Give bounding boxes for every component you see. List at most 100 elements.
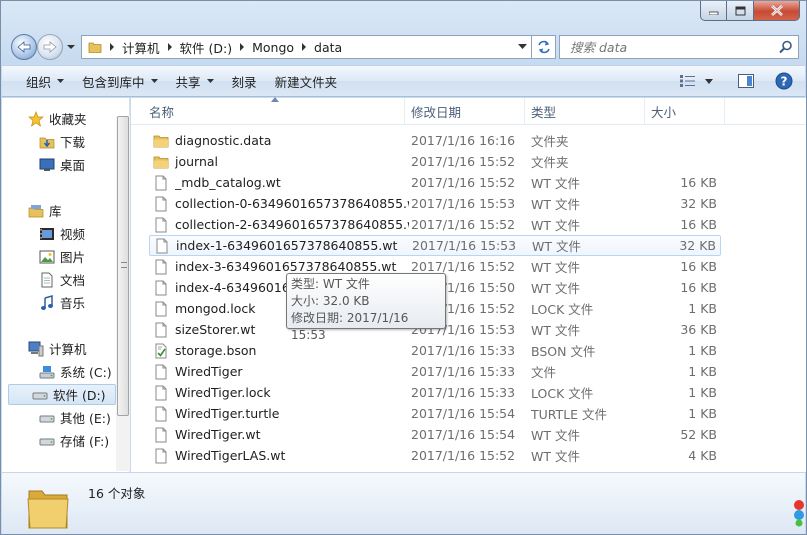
new-folder-button[interactable]: 新建文件夹: [266, 66, 347, 96]
chevron-down-icon: [206, 79, 214, 83]
library-icon: [28, 203, 44, 219]
minimize-button[interactable]: [700, 1, 727, 21]
file-row[interactable]: WiredTiger 2017/1/16 15:33 文件 1 KB: [149, 361, 721, 382]
file-type: LOCK 文件: [531, 302, 594, 317]
file-icon: [153, 322, 169, 338]
nav-label: 其他 (E:): [60, 411, 111, 426]
preview-pane-button[interactable]: [720, 66, 761, 96]
maximize-button[interactable]: [727, 1, 754, 21]
file-size: 32 KB: [680, 196, 717, 211]
tooltip-size: 大小: 32.0 KB: [291, 294, 370, 308]
file-date: 2017/1/16 15:54: [411, 427, 516, 442]
burn-button[interactable]: 刻录: [223, 66, 266, 96]
breadcrumb-separator[interactable]: [297, 36, 311, 58]
close-button[interactable]: [754, 1, 800, 21]
file-row[interactable]: index-1-6349601657378640855.wt 2017/1/16 …: [149, 235, 721, 256]
svg-text:?: ?: [781, 75, 788, 89]
breadcrumb-separator[interactable]: [163, 36, 177, 58]
file-name: _mdb_catalog.wt: [175, 175, 281, 190]
address-dropdown[interactable]: [513, 36, 531, 58]
nav-label: 音乐: [60, 296, 86, 311]
nav-label: 系统 (C:): [60, 365, 112, 380]
file-type: WT 文件: [531, 197, 580, 212]
column-date-header[interactable]: 修改日期: [405, 98, 525, 125]
nav-label: 文档: [60, 273, 86, 288]
breadcrumb-separator[interactable]: [105, 36, 119, 58]
breadcrumb-computer[interactable]: 计算机: [119, 36, 163, 58]
file-row[interactable]: WiredTiger.lock 2017/1/16 15:33 LOCK 文件 1 K…: [149, 382, 721, 403]
preview-pane-icon: [738, 74, 754, 88]
share-menu[interactable]: 共享: [167, 66, 223, 96]
system-drive-icon: [39, 364, 55, 380]
file-row[interactable]: collection-2-6349601657378640855.wt 2017/…: [149, 214, 721, 235]
drive-icon: [32, 387, 48, 403]
file-size: 4 KB: [688, 448, 717, 463]
maximize-icon: [735, 6, 745, 15]
file-size: 16 KB: [680, 280, 717, 295]
search-icon[interactable]: [779, 40, 793, 54]
file-icon: [153, 364, 169, 380]
breadcrumb-data[interactable]: data: [311, 36, 345, 58]
address-row: 计算机 软件 (D:) Mongo data: [9, 33, 801, 60]
column-size-header[interactable]: 大小: [645, 98, 725, 125]
file-icon: [153, 280, 169, 296]
file-row[interactable]: storage.bson 2017/1/16 15:33 BSON 文件 1 KB: [149, 340, 721, 361]
file-size: 32 KB: [679, 238, 716, 253]
file-date: 2017/1/16 15:33: [411, 343, 516, 358]
file-row[interactable]: WiredTigerLAS.wt 2017/1/16 15:52 WT 文件 4 KB: [149, 445, 721, 466]
organize-menu[interactable]: 组织: [2, 66, 73, 96]
file-icon: [154, 238, 170, 254]
search-box[interactable]: [559, 35, 799, 59]
file-icon: [153, 217, 169, 233]
file-date: 2017/1/16 15:52: [411, 154, 516, 169]
file-row[interactable]: _mdb_catalog.wt 2017/1/16 15:52 WT 文件 16 KB: [149, 172, 721, 193]
nav-label: 存储 (F:): [60, 434, 110, 449]
chevron-down-icon: [705, 78, 713, 84]
file-row[interactable]: WiredTiger.turtle 2017/1/16 15:54 TURTLE 文…: [149, 403, 721, 424]
file-list: 名称 修改日期 类型 大小 diagnostic.data 2017/1/16 1…: [131, 97, 806, 472]
nav-label: 视频: [60, 227, 86, 242]
chevron-down-icon: [67, 45, 75, 49]
file-row[interactable]: collection-0-6349601657378640855.wt 2017/…: [149, 193, 721, 214]
recent-pages-dropdown[interactable]: [66, 40, 78, 54]
file-date: 2017/1/16 15:33: [411, 385, 516, 400]
nav-scrollbar[interactable]: [116, 116, 130, 471]
breadcrumb-separator[interactable]: [235, 36, 249, 58]
video-icon: [39, 226, 55, 242]
address-bar[interactable]: 计算机 软件 (D:) Mongo data: [81, 35, 532, 59]
nav-drive-d[interactable]: 软件 (D:): [8, 384, 116, 405]
file-type: BSON 文件: [531, 344, 596, 359]
file-type: WT 文件: [531, 176, 580, 191]
search-input[interactable]: [568, 38, 768, 56]
column-type-header[interactable]: 类型: [525, 98, 645, 125]
file-type: WT 文件: [531, 323, 580, 338]
nav-scrollbar-thumb[interactable]: [117, 116, 129, 416]
nav-label: 图片: [60, 250, 86, 265]
help-button[interactable]: ?: [761, 66, 805, 96]
refresh-button[interactable]: [532, 35, 556, 59]
file-type: WT 文件: [531, 281, 580, 296]
file-type: 文件夹: [531, 155, 569, 170]
file-name: WiredTiger.wt: [175, 427, 261, 442]
forward-button[interactable]: [37, 34, 63, 60]
view-options-button[interactable]: [673, 66, 703, 96]
include-in-library-menu[interactable]: 包含到库中: [73, 66, 167, 96]
file-icon: [153, 259, 169, 275]
details-view-icon: [680, 75, 695, 87]
tooltip-type: 类型: WT 文件: [291, 277, 370, 291]
column-name-header[interactable]: 名称: [143, 98, 405, 125]
file-icon: [153, 175, 169, 191]
app-logo-icon: [791, 497, 805, 530]
file-name: WiredTiger: [175, 364, 243, 379]
command-bar: 组织 包含到库中 共享 刻录 新建文件夹 ?: [2, 65, 805, 97]
back-button[interactable]: [11, 34, 37, 60]
file-row[interactable]: journal 2017/1/16 15:52 文件夹: [149, 151, 721, 172]
file-row[interactable]: diagnostic.data 2017/1/16 16:16 文件夹: [149, 130, 721, 151]
breadcrumb-drive-d[interactable]: 软件 (D:): [177, 36, 236, 58]
bson-file-icon: [153, 343, 169, 359]
breadcrumb-mongo[interactable]: Mongo: [249, 36, 297, 58]
folder-icon: [153, 154, 169, 170]
file-date: 2017/1/16 15:53: [412, 238, 517, 253]
view-dropdown[interactable]: [703, 66, 720, 96]
file-row[interactable]: WiredTiger.wt 2017/1/16 15:54 WT 文件 52 KB: [149, 424, 721, 445]
